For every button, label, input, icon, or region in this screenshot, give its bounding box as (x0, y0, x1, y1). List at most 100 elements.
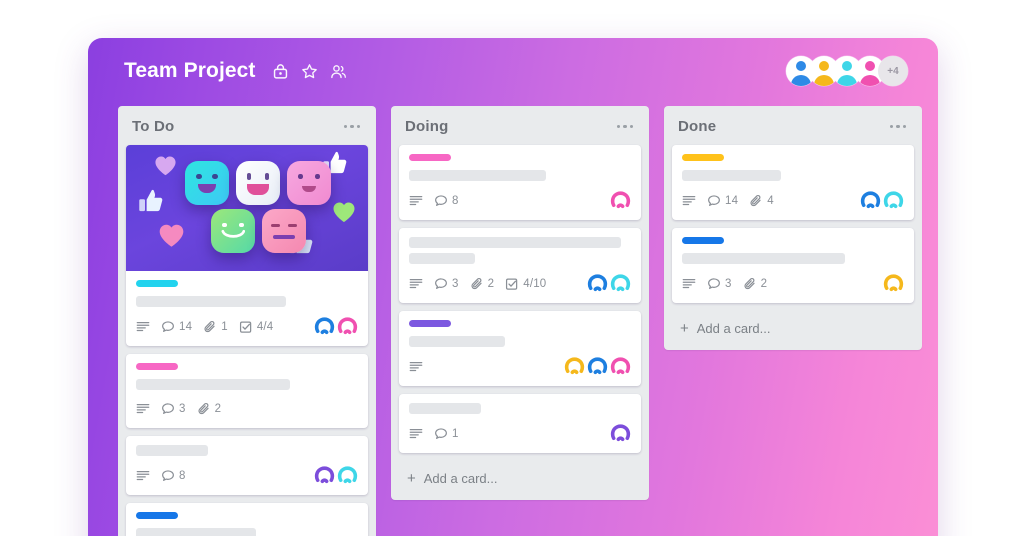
heart-lavender (155, 156, 176, 176)
card-label[interactable] (682, 237, 724, 244)
badge-checklist: 4/4 (239, 320, 274, 334)
card-member-avatar[interactable] (860, 190, 881, 211)
avatar-overflow-count[interactable]: +4 (878, 56, 908, 86)
card[interactable]: 8 (399, 145, 641, 220)
badge-checklist-value: 4/4 (256, 320, 274, 333)
badge-attachments-value: 2 (760, 277, 768, 290)
members-icon[interactable] (330, 63, 347, 80)
card-body: 8 (399, 145, 641, 220)
card-title-placeholder (409, 336, 505, 347)
emoji-smile-cyan (185, 161, 229, 205)
badge-comments: 14 (161, 320, 192, 334)
card-members[interactable] (587, 273, 631, 294)
card-members[interactable] (860, 190, 904, 211)
heart-green (333, 202, 355, 223)
list-title[interactable]: Doing (405, 118, 449, 135)
card[interactable]: 32 (126, 354, 368, 428)
card-member-avatar[interactable] (314, 316, 335, 337)
card-badges: 8 (136, 465, 358, 486)
card-member-avatar[interactable] (610, 356, 631, 377)
lock-icon[interactable] (272, 63, 289, 80)
card-member-avatar[interactable] (883, 190, 904, 211)
badge-description (409, 360, 423, 374)
card-badges: 3 2 4/10 (409, 273, 631, 294)
card[interactable]: 1 (399, 394, 641, 453)
card-member-avatar[interactable] (587, 273, 608, 294)
screenshot-root: Team Project +4 To Do 14 1 4/4 3 2 8 Doi… (0, 0, 1024, 536)
card-title-placeholder (682, 253, 845, 264)
emoji-grin-white (236, 161, 280, 205)
plus-icon: + (680, 320, 689, 337)
card-title-placeholder (136, 528, 256, 536)
card-members[interactable] (610, 190, 631, 211)
card[interactable]: 14 1 4/4 (126, 145, 368, 346)
card-members[interactable] (610, 423, 631, 444)
list-menu-icon[interactable] (615, 121, 636, 133)
badge-description (136, 320, 150, 334)
emoji-flat-pink (262, 209, 306, 253)
card[interactable]: 8 (126, 436, 368, 495)
card-member-avatar[interactable] (337, 316, 358, 337)
list-title[interactable]: To Do (132, 118, 174, 135)
list-column: Done 14 4 3 2 + Add a card... (664, 106, 922, 350)
board-members[interactable]: +4 (786, 56, 908, 86)
card[interactable]: 3 2 4/10 (399, 228, 641, 303)
card-member-avatar[interactable] (337, 465, 358, 486)
card-members[interactable] (883, 273, 904, 294)
card-badges: 32 (682, 273, 904, 294)
card-body: 3 2 4/10 (399, 228, 641, 303)
card-members[interactable] (314, 465, 358, 486)
badge-description (136, 402, 150, 416)
emoji-reactions-illustration (126, 145, 368, 271)
badge-description (682, 277, 696, 291)
card-label[interactable] (409, 320, 451, 327)
add-a-card-button[interactable]: + Add a card... (399, 461, 641, 498)
badge-attachments-value: 2 (214, 403, 222, 415)
card-label[interactable] (409, 154, 451, 161)
card-member-avatar[interactable] (564, 356, 585, 377)
card-member-avatar[interactable] (883, 273, 904, 294)
card[interactable]: 32 (672, 228, 914, 303)
card-member-avatar[interactable] (610, 273, 631, 294)
thumbs-up-blue (139, 189, 163, 212)
card-title-placeholder (136, 445, 208, 456)
card[interactable] (399, 311, 641, 386)
card-member-avatar[interactable] (610, 423, 631, 444)
card-label[interactable] (682, 154, 724, 161)
card-label[interactable] (136, 280, 178, 287)
card-members[interactable] (564, 356, 631, 377)
card-badges (409, 356, 631, 377)
badge-checklist-value: 4/10 (523, 277, 547, 290)
card-member-avatar[interactable] (314, 465, 335, 486)
list-menu-icon[interactable] (342, 121, 363, 133)
card-member-avatar[interactable] (587, 356, 608, 377)
badge-attachments: 2 (743, 277, 768, 291)
card-badges: 14 1 4/4 (136, 316, 358, 337)
list-menu-icon[interactable] (888, 121, 909, 133)
card-label[interactable] (136, 363, 178, 370)
list-column: Doing 8 3 2 4/10 1 + Add a card... (391, 106, 649, 500)
list-title[interactable]: Done (678, 118, 716, 135)
card-body (399, 311, 641, 386)
list-column: To Do 1414/4 32 8 14/10 (118, 106, 376, 536)
card-body: 1 (399, 394, 641, 453)
star-icon[interactable] (301, 63, 318, 80)
card-member-avatar[interactable] (610, 190, 631, 211)
page-title: Team Project (124, 59, 256, 82)
card-label[interactable] (136, 512, 178, 519)
add-a-card-button[interactable]: + Add a card... (672, 311, 914, 348)
badge-comments: 14 (707, 194, 738, 208)
badge-attachments-value: 2 (487, 277, 495, 290)
card-members[interactable] (314, 316, 358, 337)
badge-comments-value: 3 (725, 277, 732, 290)
badge-comments-value: 8 (179, 469, 186, 482)
badge-comments: 1 (434, 427, 459, 441)
card-title-placeholder (682, 170, 781, 181)
board-window: Team Project +4 To Do 14 1 4/4 3 2 8 Doi… (88, 38, 938, 536)
badge-comments: 8 (161, 469, 186, 483)
list-header: To Do (126, 114, 368, 145)
badge-attachments: 4 (749, 194, 774, 208)
card[interactable]: 14/10 (126, 503, 368, 536)
card[interactable]: 14 4 (672, 145, 914, 220)
card-body: 32 (126, 354, 368, 428)
